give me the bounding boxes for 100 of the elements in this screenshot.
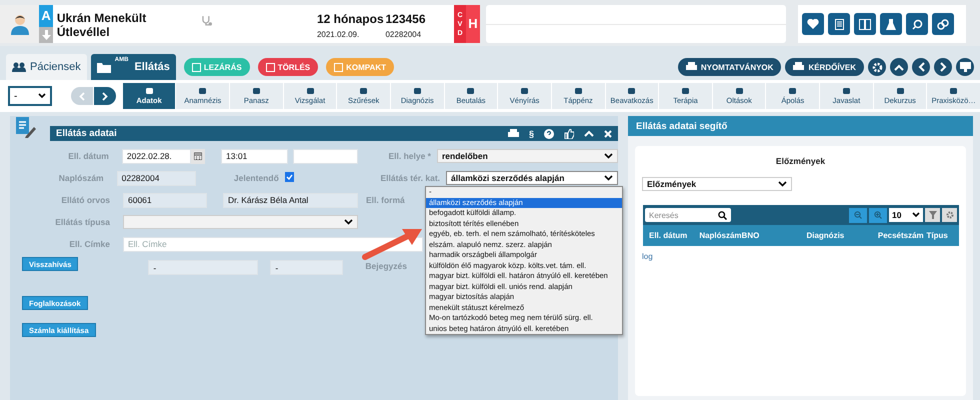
previous-button[interactable] — [912, 58, 930, 76]
help-icon[interactable] — [544, 128, 554, 138]
doctor-code-field: 60061 — [123, 192, 207, 208]
heart-icon — [807, 19, 819, 29]
close-icon[interactable] — [604, 130, 612, 138]
checkbox[interactable] — [284, 172, 294, 182]
search-button[interactable] — [906, 13, 928, 35]
page-size-select[interactable]: 10 — [889, 208, 923, 222]
field-label: Ellátás típusa — [54, 217, 110, 227]
field-label: Ell. Címke — [68, 239, 110, 249]
patient-birthdate: 2021.02.09. — [316, 30, 360, 39]
section-icon — [896, 87, 905, 95]
column-header[interactable]: Diagnózis — [806, 231, 878, 240]
collapse-button[interactable] — [890, 58, 908, 76]
printer-icon — [793, 62, 804, 72]
flag-letter: H — [466, 5, 480, 43]
flask-button[interactable] — [880, 13, 902, 35]
field-label: Ellátó orvos — [60, 195, 110, 205]
chevron-left-icon — [918, 62, 924, 72]
section-icon — [842, 87, 851, 95]
column-header[interactable]: Ell. dátum — [649, 231, 700, 240]
input-field: - — [270, 260, 344, 275]
square-icon — [192, 62, 201, 72]
chevron-right-icon — [940, 62, 946, 72]
menu-button[interactable]: KÉRDŐÍVEK — [785, 58, 864, 76]
select-field[interactable]: államközi szerződés alapján — [446, 171, 618, 185]
printer-icon — [686, 62, 697, 72]
chevron-right-icon — [102, 92, 108, 100]
section-icon — [681, 87, 690, 95]
field-label: Ellátás tér. kat. — [379, 173, 440, 183]
settings-button[interactable] — [868, 58, 886, 76]
thumbs-up-icon[interactable] — [564, 128, 574, 138]
section-icon — [788, 87, 798, 95]
caret-icon — [604, 153, 614, 159]
caret-icon — [344, 219, 353, 225]
section-icon — [949, 87, 958, 95]
field-label: Bejegyzés — [365, 261, 407, 271]
section-icon — [306, 87, 315, 95]
tag-field[interactable]: Ell. Címke — [123, 236, 423, 252]
field-label: Ell. formá — [366, 195, 405, 205]
caret-icon — [604, 175, 613, 181]
date-field[interactable]: 2022.02.28. — [122, 148, 192, 164]
time-field[interactable]: 13:01 — [221, 148, 288, 164]
menu-button[interactable]: NYOMTATVÁNYOK — [678, 58, 782, 76]
section-title: Előzmények — [774, 155, 826, 168]
filter-icon — [928, 211, 936, 219]
panel-title: Ellátás adatai segítő — [636, 120, 728, 132]
monitor-button[interactable] — [956, 58, 974, 76]
print-icon[interactable] — [508, 128, 519, 138]
chevron-up-icon — [894, 64, 904, 70]
log-link[interactable]: log — [642, 252, 653, 261]
square-icon — [334, 62, 344, 72]
square-icon — [266, 62, 275, 72]
select-field[interactable]: Előzmények — [642, 177, 792, 191]
select-field[interactable]: - — [8, 86, 52, 106]
select-field[interactable] — [123, 215, 358, 229]
field-label: Naplószám — [58, 173, 104, 183]
section-icon — [412, 87, 422, 95]
caret-icon — [912, 212, 920, 218]
calendar-button[interactable] — [191, 148, 206, 164]
section-icon — [144, 87, 154, 95]
folder-icon — [96, 61, 111, 73]
search-icon — [912, 18, 922, 30]
monitor-icon — [960, 62, 970, 72]
search-field[interactable]: Keresés — [645, 208, 731, 222]
down-arrow-icon — [42, 30, 50, 40]
section-icon — [520, 87, 530, 95]
main-tab[interactable]: Páciensek — [6, 54, 87, 80]
main-tab[interactable]: $^{AMB}$ Ellátás — [90, 54, 176, 80]
next-button[interactable] — [934, 58, 952, 76]
column-header[interactable]: Típus — [926, 231, 959, 240]
column-header[interactable]: BNO — [742, 231, 806, 240]
column-header[interactable]: Naplószám — [699, 231, 742, 240]
caret-icon — [38, 93, 46, 99]
action-button[interactable]: TÖRLÉS — [258, 58, 318, 76]
select-field[interactable]: rendelőben — [436, 149, 618, 163]
paragraph-mark[interactable]: § — [528, 128, 534, 138]
flask-icon — [886, 18, 896, 30]
settings-icon — [946, 211, 954, 219]
zoom-out-icon — [854, 211, 862, 219]
section-icon — [734, 87, 744, 95]
column-header[interactable]: Pecsétszám — [878, 231, 927, 240]
input-field[interactable] — [293, 148, 358, 164]
patient-age: 12 hónapos — [316, 12, 385, 26]
next-button[interactable] — [94, 87, 116, 105]
link-button[interactable] — [932, 13, 954, 35]
book-icon — [859, 18, 871, 30]
book-button[interactable] — [854, 13, 876, 35]
patient-id: 123456 — [385, 12, 427, 26]
search-icon — [718, 210, 727, 220]
doctor-name-field: Dr. Kárász Béla Antal — [223, 192, 358, 208]
section-icon — [466, 87, 476, 95]
panel-title: Ellátás adatai — [56, 128, 117, 139]
document-icon — [834, 18, 844, 30]
filter-button[interactable] — [925, 208, 940, 222]
settings-icon — [872, 62, 882, 72]
heart-button[interactable] — [802, 13, 824, 35]
document-button[interactable] — [828, 13, 850, 35]
patient-initial: A — [39, 5, 53, 27]
chevron-up-icon[interactable] — [584, 130, 594, 137]
